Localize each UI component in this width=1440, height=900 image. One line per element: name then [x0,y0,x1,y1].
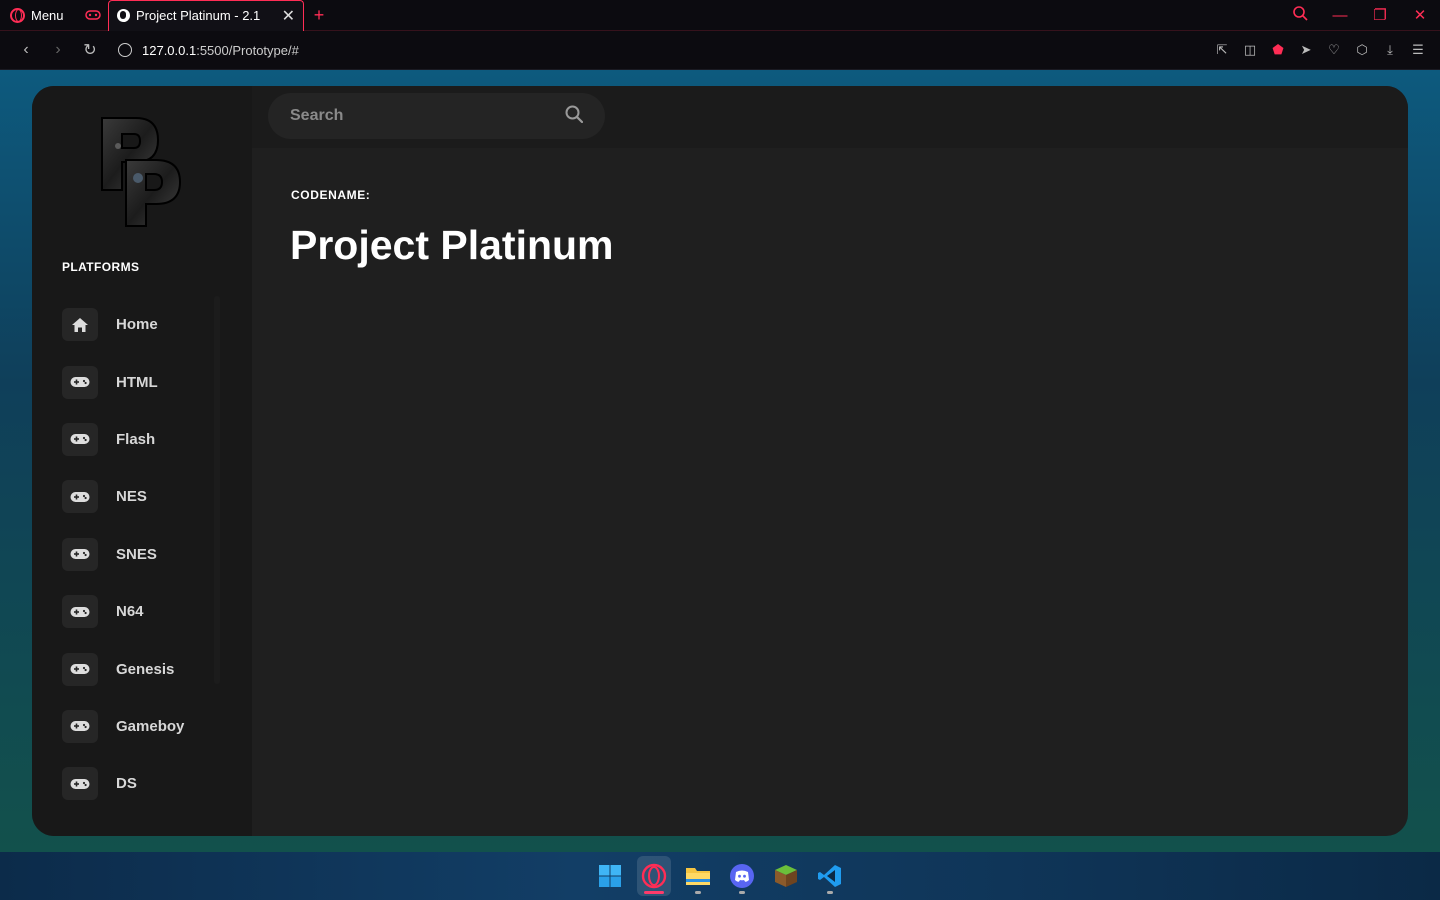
browser-menu-label: Menu [31,7,64,23]
running-indicator [827,891,833,894]
gamepad-icon [62,480,98,514]
site-info-icon[interactable] [118,43,132,57]
tab-favicon-icon [117,9,130,22]
sidebar-item-label: NES [116,488,147,506]
share-icon[interactable]: ⇱ [1210,42,1234,58]
download-icon[interactable]: ⤓ [1378,42,1402,58]
gx-control-icon[interactable] [78,9,108,21]
reload-icon[interactable]: ↻ [74,40,106,60]
gamepad-icon [62,652,98,686]
windows-start-icon[interactable] [593,856,627,896]
url-field[interactable]: 127.0.0.1:5500/Prototype/# [142,43,299,58]
gamepad-icon [62,537,98,571]
heart-icon[interactable]: ♡ [1322,42,1346,58]
sidebar: PLATFORMS Home HTML Flash NES SNES N64 G… [32,86,252,836]
vpn-shield-icon[interactable]: ⬟ [1266,42,1290,58]
sidebar-item-genesis[interactable]: Genesis [62,640,222,697]
easy-setup-icon[interactable]: ☰ [1406,42,1430,58]
cube-icon[interactable]: ⬡ [1350,42,1374,58]
tab-close-icon[interactable]: ✕ [282,6,295,26]
gamepad-icon [62,595,98,629]
file-explorer-icon[interactable] [681,856,715,896]
new-tab-button[interactable]: + [304,5,334,26]
sidebar-item-label: Home [116,316,158,334]
restore-icon[interactable]: ❐ [1360,6,1400,24]
page-viewport: PLATFORMS Home HTML Flash NES SNES N64 G… [0,70,1440,852]
url-path: :5500/Prototype/# [196,42,299,58]
browser-tab-bar: Menu Project Platinum - 2.1 ✕ + — ❐ ✕ [0,0,1440,31]
vscode-icon[interactable] [813,856,847,896]
active-indicator [644,891,664,894]
codename-label: CODENAME: [291,188,371,202]
tab-search-icon[interactable] [1280,5,1320,25]
tab-active[interactable]: Project Platinum - 2.1 ✕ [108,0,304,31]
search-input[interactable]: Search [268,93,605,139]
gamepad-icon [62,767,98,801]
sidebar-item-label: Genesis [116,660,175,678]
sidebar-item-label: DS [116,775,137,793]
opera-gx-icon[interactable] [637,856,671,896]
search-placeholder: Search [290,107,344,124]
sidebar-item-label: N64 [116,603,144,621]
sidebar-item-flash[interactable]: Flash [62,411,222,468]
snapshot-icon[interactable]: ◫ [1238,42,1262,58]
gamepad-icon [62,422,98,456]
minimize-icon[interactable]: — [1320,7,1360,24]
app-window: PLATFORMS Home HTML Flash NES SNES N64 G… [32,86,1408,836]
sidebar-item-n64[interactable]: N64 [62,583,222,640]
main-content: Search CODENAME: Project Platinum [252,86,1408,836]
page-title: Project Platinum [290,222,614,268]
platforms-heading: PLATFORMS [62,260,140,274]
sidebar-item-html[interactable]: HTML [62,353,222,410]
sidebar-item-label: HTML [116,373,158,391]
sidebar-item-label: SNES [116,545,157,563]
running-indicator [739,891,745,894]
gamepad-icon [62,365,98,399]
opera-logo-icon [10,7,25,23]
home-icon [62,308,98,342]
browser-address-bar: ‹ › ↻ 127.0.0.1:5500/Prototype/# ⇱ ◫ ⬟ ➤… [0,31,1440,70]
os-taskbar [0,852,1440,900]
top-bar: Search [252,86,1408,148]
taskbar-icons [593,856,847,896]
send-icon[interactable]: ➤ [1294,42,1318,58]
platform-nav: Home HTML Flash NES SNES N64 Genesis Gam… [62,296,222,813]
tab-title: Project Platinum - 2.1 [136,8,261,23]
sidebar-item-gameboy[interactable]: Gameboy [62,698,222,755]
gamepad-icon [62,709,98,743]
discord-icon[interactable] [725,856,759,896]
search-icon[interactable] [565,105,584,128]
running-indicator [695,891,701,894]
window-controls: — ❐ ✕ [1280,0,1440,31]
forward-icon[interactable]: › [42,41,74,59]
sidebar-item-snes[interactable]: SNES [62,526,222,583]
sidebar-item-label: Flash [116,430,156,448]
back-icon[interactable]: ‹ [10,41,42,59]
browser-toolbar-right: ⇱ ◫ ⬟ ➤ ♡ ⬡ ⤓ ☰ [1210,42,1430,58]
sidebar-item-label: Gameboy [116,717,185,735]
url-host: 127.0.0.1 [142,42,197,58]
sidebar-item-ds[interactable]: DS [62,755,222,812]
sidebar-item-nes[interactable]: NES [62,468,222,525]
site-logo[interactable] [98,116,188,228]
minecraft-icon[interactable] [769,856,803,896]
sidebar-item-home[interactable]: Home [62,296,222,353]
close-window-icon[interactable]: ✕ [1400,6,1440,24]
browser-menu-button[interactable]: Menu [0,0,78,31]
